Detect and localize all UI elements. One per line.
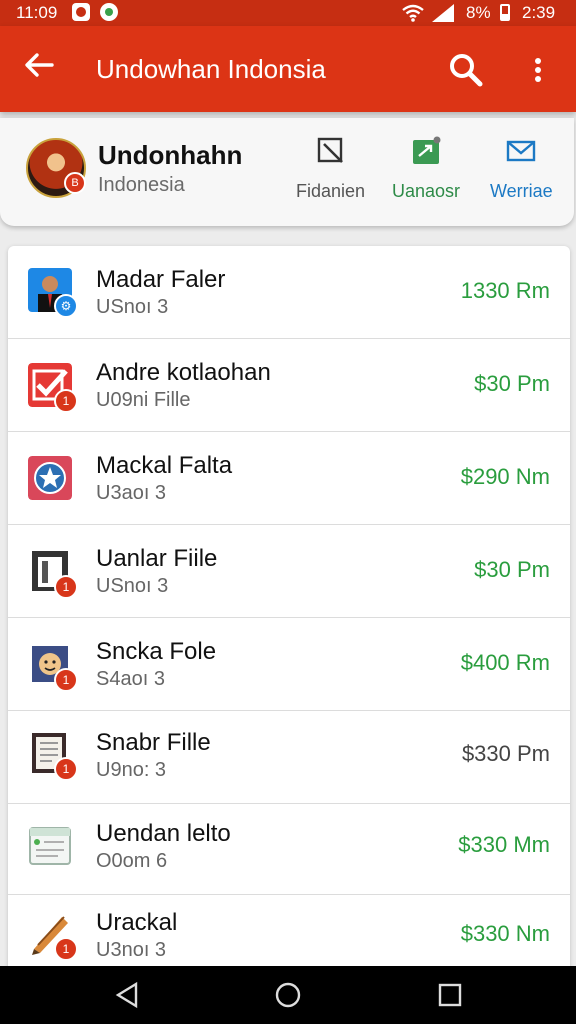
nav-back-icon[interactable] (112, 980, 142, 1010)
file-sub: USnoı 3 (96, 575, 169, 597)
file-name: Madar Faler (96, 266, 226, 293)
share-action-label: Uanaosr (392, 181, 461, 201)
list-item[interactable]: Mackal Falta U3aoı 3 $290 Nm (8, 432, 570, 525)
list-item[interactable]: Uendan lelto O0om 6 $330 Mm (8, 802, 570, 895)
row-badge: ⚙ (54, 294, 78, 318)
file-sub: O0om 6 (96, 850, 168, 872)
file-amount: $400 Rm (460, 650, 550, 675)
search-icon[interactable] (446, 50, 486, 90)
nav-recents-icon[interactable] (435, 980, 465, 1010)
status-bar: 11:09 8% 2:39 (0, 0, 576, 26)
face-icon: 1 (28, 642, 78, 692)
file-sub: U3noı 3 (96, 939, 167, 961)
file-amount: $330 Nm (460, 921, 550, 946)
notification-leaf-icon (100, 3, 118, 21)
file-list: ⚙ Madar Faler USnoı 3 1330 Rm 1 Andre ko… (8, 246, 570, 976)
file-sub: U3aoı 3 (96, 482, 167, 504)
status-time-right: 2:39 (522, 3, 556, 22)
profile-card: B Undonhahn Indonesia Fidanien Uanaosr W… (0, 118, 574, 226)
file-sub: USnoı 3 (96, 296, 169, 318)
mail-action-label: Werriae (490, 181, 553, 201)
file-sub: S4aoı 3 (96, 668, 165, 690)
profile-name: Undonhahn (98, 140, 243, 170)
file-sub: U09ni Fille (96, 389, 191, 411)
status-time-left: 11:09 (16, 3, 58, 22)
file-name: Uanlar Fiile (96, 545, 218, 572)
more-vert-icon[interactable] (526, 50, 550, 90)
avatar-badge: B (64, 172, 86, 194)
edit-action-label: Fidanien (296, 181, 366, 201)
battery-percent: 8% (466, 3, 491, 22)
list-item[interactable]: 1 Urackal U3noı 3 $330 Nm (8, 893, 570, 976)
portrait-icon: ⚙ (28, 268, 78, 318)
edit-action-button[interactable]: Fidanien (296, 136, 365, 202)
file-sub: U9no: 3 (96, 759, 167, 781)
row-badge: 1 (54, 937, 78, 961)
mail-action-button[interactable]: Werriae (490, 136, 553, 202)
row-badge: 1 (54, 575, 78, 599)
file-name: Sncka Fole (96, 638, 217, 665)
mail-icon (507, 140, 536, 162)
file-name: Mackal Falta (96, 452, 233, 479)
file-amount: $330 Mm (458, 832, 550, 857)
edit-icon (317, 137, 343, 163)
file-name: Urackal (96, 909, 178, 936)
back-arrow-icon[interactable] (22, 48, 56, 82)
battery-icon (500, 4, 510, 21)
door-icon: 1 (28, 549, 78, 599)
file-name: Uendan lelto (96, 820, 231, 847)
list-item[interactable]: ⚙ Madar Faler USnoı 3 1330 Rm (8, 246, 570, 339)
document-icon: 1 (28, 731, 78, 781)
star-badge-icon (28, 456, 74, 502)
list-item[interactable]: 1 Sncka Fole S4aoı 3 $400 Rm (8, 618, 570, 711)
file-amount: $330 Pm (461, 741, 550, 766)
system-nav-bar (0, 966, 576, 1024)
share-icon (413, 136, 441, 164)
window-icon (28, 824, 74, 870)
file-amount: 1330 Rm (460, 278, 550, 303)
file-name: Andre kotlaohan (96, 359, 271, 386)
app-bar: Undowhan Indonsia (0, 26, 576, 112)
file-amount: $30 Pm (474, 371, 550, 396)
checkmark-icon: 1 (28, 363, 78, 413)
list-item[interactable]: 1 Uanlar Fiile USnoı 3 $30 Pm (8, 525, 570, 618)
file-name: Snabr Fille (96, 729, 211, 756)
file-amount: $30 Pm (474, 557, 550, 582)
avatar[interactable]: B (26, 138, 86, 198)
app-bar-title: Undowhan Indonsia (96, 54, 326, 84)
row-badge: 1 (54, 389, 78, 413)
row-badge: 1 (54, 757, 78, 781)
profile-subtitle: Indonesia (98, 174, 185, 196)
file-amount: $290 Nm (460, 464, 550, 489)
pencil-icon: 1 (28, 911, 78, 961)
notification-icon (72, 3, 90, 21)
list-item[interactable]: 1 Andre kotlaohan U09ni Fille $30 Pm (8, 339, 570, 432)
wifi-icon (402, 4, 424, 22)
share-action-button[interactable]: Uanaosr (392, 136, 460, 202)
row-badge: 1 (54, 668, 78, 692)
nav-home-icon[interactable] (273, 980, 303, 1010)
signal-icon (432, 4, 454, 22)
list-item[interactable]: 1 Snabr Fille U9no: 3 $330 Pm (8, 711, 570, 804)
